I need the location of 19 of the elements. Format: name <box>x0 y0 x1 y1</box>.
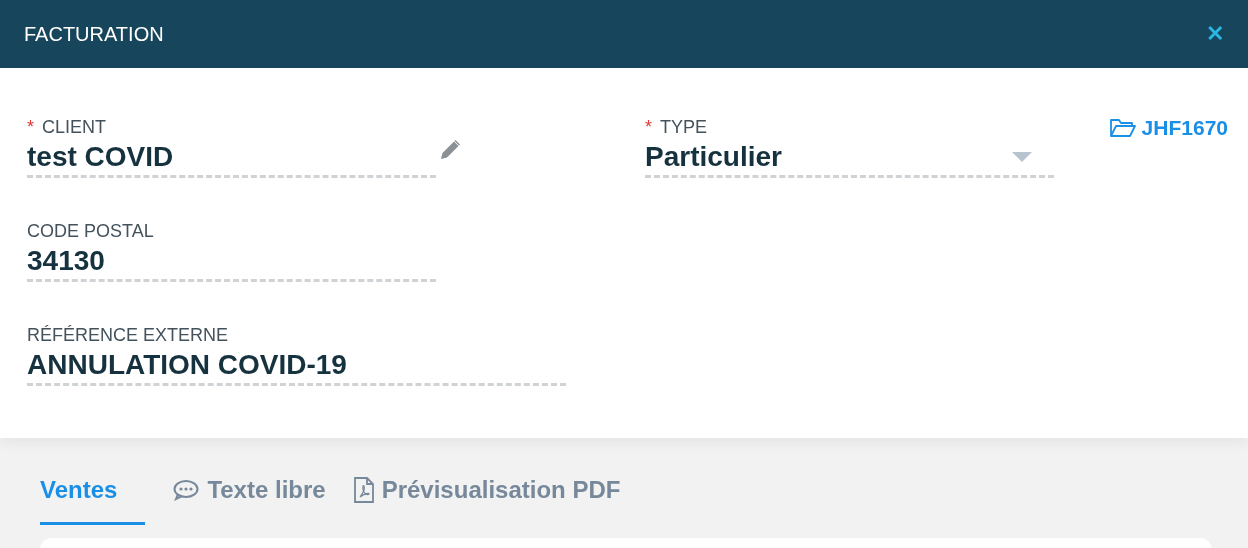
field-label: * TYPE <box>645 118 709 136</box>
pdf-file-icon <box>353 477 374 503</box>
close-button[interactable]: ✕ <box>1206 23 1224 45</box>
window-title: FACTURATION <box>24 22 164 47</box>
field-label: CODE POSTAL <box>27 222 155 240</box>
dropdown-caret-icon <box>1012 151 1032 162</box>
speech-bubble-icon <box>173 479 200 501</box>
tab[interactable]: Prévisualisation PDF <box>353 466 621 525</box>
input-field[interactable]: test COVID <box>27 142 436 178</box>
tab[interactable]: Ventes <box>40 466 146 525</box>
folder-link[interactable]: JHF1670 <box>1109 112 1228 144</box>
tab[interactable]: Texte libre <box>173 466 326 525</box>
select-field[interactable]: Particulier <box>645 142 1054 178</box>
input-field[interactable]: 34130 <box>27 246 436 282</box>
field-label: * CLIENT <box>27 118 108 136</box>
field-label: RÉFÉRENCE EXTERNE <box>27 326 230 344</box>
input-field[interactable]: ANNULATION COVID-19 <box>27 350 566 386</box>
folder-icon <box>1109 117 1136 138</box>
pencil-icon[interactable] <box>438 138 462 162</box>
